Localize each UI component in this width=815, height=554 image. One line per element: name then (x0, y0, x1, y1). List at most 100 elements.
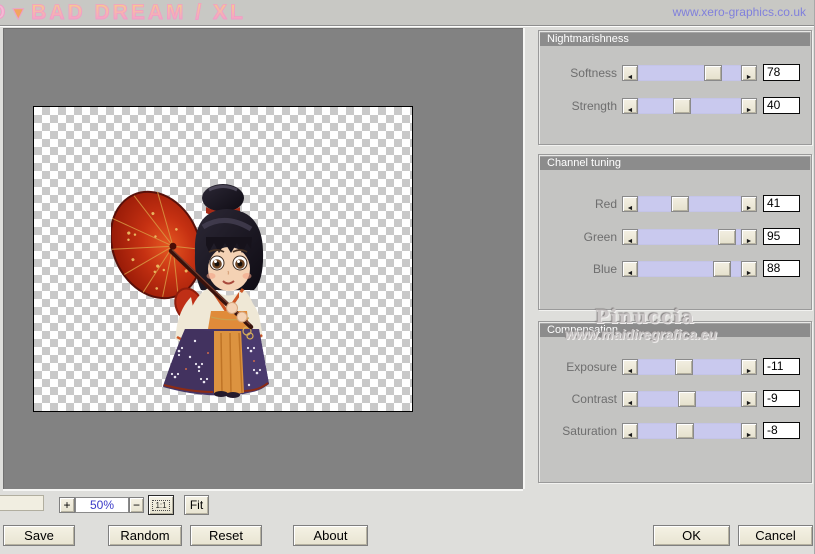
exposure-value-input[interactable]: -11 (763, 358, 800, 375)
reset-button[interactable]: Reset (190, 525, 262, 546)
cancel-button[interactable]: Cancel (738, 525, 813, 546)
strength-increment-button[interactable]: ► (741, 98, 757, 114)
contrast-slider-track[interactable] (638, 391, 741, 407)
green-value-input[interactable]: 95 (763, 228, 800, 245)
green-slider-row: Green ◄ ► 95 (539, 228, 811, 246)
strength-slider-row: Strength ◄ ► 40 (539, 97, 811, 115)
actual-size-button[interactable]: 1:1 (148, 495, 174, 515)
green-slider-thumb[interactable] (718, 229, 736, 245)
arrow-right-icon: ► (745, 368, 753, 375)
status-strip (0, 495, 44, 511)
softness-label: Softness (570, 66, 617, 80)
blue-slider-track[interactable] (638, 261, 741, 277)
softness-slider-thumb[interactable] (704, 65, 722, 81)
contrast-increment-button[interactable]: ► (741, 391, 757, 407)
strength-label: Strength (571, 99, 617, 113)
red-slider-thumb[interactable] (671, 196, 689, 212)
softness-slider-row: Softness ◄ ► 78 (539, 64, 811, 82)
exposure-slider-track[interactable] (638, 359, 741, 375)
contrast-value-input[interactable]: -9 (763, 390, 800, 407)
saturation-slider-thumb[interactable] (676, 423, 694, 439)
strength-decrement-button[interactable]: ◄ (622, 98, 638, 114)
saturation-slider-track[interactable] (638, 423, 741, 439)
exposure-slider-row: Exposure ◄ ► -11 (539, 358, 811, 376)
zoom-level-display: 50% (75, 497, 129, 513)
red-decrement-button[interactable]: ◄ (622, 196, 638, 212)
softness-value-input[interactable]: 78 (763, 64, 800, 81)
arrow-left-icon: ◄ (626, 368, 634, 375)
group-compensation: Compensation Exposure ◄ ► -11 Contrast ◄… (538, 321, 812, 483)
arrow-right-icon: ► (745, 400, 753, 407)
green-decrement-button[interactable]: ◄ (622, 229, 638, 245)
blue-increment-button[interactable]: ► (741, 261, 757, 277)
softness-increment-button[interactable]: ► (741, 65, 757, 81)
group-compensation-header: Compensation (540, 323, 810, 337)
blue-value-input[interactable]: 88 (763, 260, 800, 277)
contrast-slider-thumb[interactable] (678, 391, 696, 407)
website-link[interactable]: www.xero-graphics.co.uk (673, 5, 806, 19)
doll-preview-image (111, 184, 269, 398)
green-label: Green (583, 230, 617, 244)
red-slider-track[interactable] (638, 196, 741, 212)
group-nightmarishness-header: Nightmarishness (540, 32, 810, 46)
random-button[interactable]: Random (108, 525, 182, 546)
save-button[interactable]: Save (3, 525, 75, 546)
exposure-increment-button[interactable]: ► (741, 359, 757, 375)
exposure-decrement-button[interactable]: ◄ (622, 359, 638, 375)
arrow-left-icon: ◄ (626, 238, 634, 245)
zoom-out-button[interactable]: − (129, 497, 144, 513)
arrow-left-icon: ◄ (626, 107, 634, 114)
plugin-window: O ▼ BAD DREAM / XL www.xero-graphics.co.… (0, 0, 815, 554)
plugin-title: BAD DREAM / XL (31, 1, 246, 24)
arrow-right-icon: ► (745, 107, 753, 114)
zoom-in-button[interactable]: + (59, 497, 75, 513)
arrow-right-icon: ► (745, 74, 753, 81)
arrow-right-icon: ► (745, 238, 753, 245)
red-label: Red (594, 197, 617, 211)
about-button[interactable]: About (293, 525, 368, 546)
saturation-decrement-button[interactable]: ◄ (622, 423, 638, 439)
arrow-left-icon: ◄ (626, 400, 634, 407)
arrow-left-icon: ◄ (626, 205, 634, 212)
group-channel-tuning-header: Channel tuning (540, 156, 810, 170)
softness-decrement-button[interactable]: ◄ (622, 65, 638, 81)
blue-label: Blue (592, 262, 617, 276)
green-slider-track[interactable] (638, 229, 741, 245)
red-slider-row: Red ◄ ► 41 (539, 195, 811, 213)
blue-slider-thumb[interactable] (713, 261, 731, 277)
strength-value-input[interactable]: 40 (763, 97, 800, 114)
red-value-input[interactable]: 41 (763, 195, 800, 212)
contrast-slider-row: Contrast ◄ ► -9 (539, 390, 811, 408)
green-increment-button[interactable]: ► (741, 229, 757, 245)
contrast-decrement-button[interactable]: ◄ (622, 391, 638, 407)
arrow-right-icon: ► (745, 270, 753, 277)
fit-button[interactable]: Fit (184, 495, 209, 515)
arrow-right-icon: ► (745, 432, 753, 439)
arrow-left-icon: ◄ (626, 270, 634, 277)
saturation-value-input[interactable]: -8 (763, 422, 800, 439)
arrow-left-icon: ◄ (626, 74, 634, 81)
plugin-logo: O ▼ BAD DREAM / XL (0, 1, 246, 25)
blue-slider-row: Blue ◄ ► 88 (539, 260, 811, 278)
exposure-slider-thumb[interactable] (675, 359, 693, 375)
saturation-increment-button[interactable]: ► (741, 423, 757, 439)
red-increment-button[interactable]: ► (741, 196, 757, 212)
saturation-slider-row: Saturation ◄ ► -8 (539, 422, 811, 440)
exposure-label: Exposure (566, 360, 617, 374)
preview-pane (3, 28, 523, 489)
blue-decrement-button[interactable]: ◄ (622, 261, 638, 277)
arrow-right-icon: ► (745, 205, 753, 212)
arrow-left-icon: ◄ (626, 432, 634, 439)
logo-cut-glyph: O (0, 1, 7, 25)
strength-slider-track[interactable] (638, 98, 741, 114)
title-bar: O ▼ BAD DREAM / XL www.xero-graphics.co.… (0, 0, 814, 27)
ok-button[interactable]: OK (653, 525, 730, 546)
strength-slider-thumb[interactable] (673, 98, 691, 114)
saturation-label: Saturation (562, 424, 617, 438)
triangle-down-icon: ▼ (9, 2, 28, 23)
softness-slider-track[interactable] (638, 65, 741, 81)
transparent-canvas (33, 106, 413, 412)
group-nightmarishness: Nightmarishness Softness ◄ ► 78 Strength… (538, 30, 812, 145)
contrast-label: Contrast (571, 392, 617, 406)
one-to-one-icon: 1:1 (152, 499, 170, 511)
